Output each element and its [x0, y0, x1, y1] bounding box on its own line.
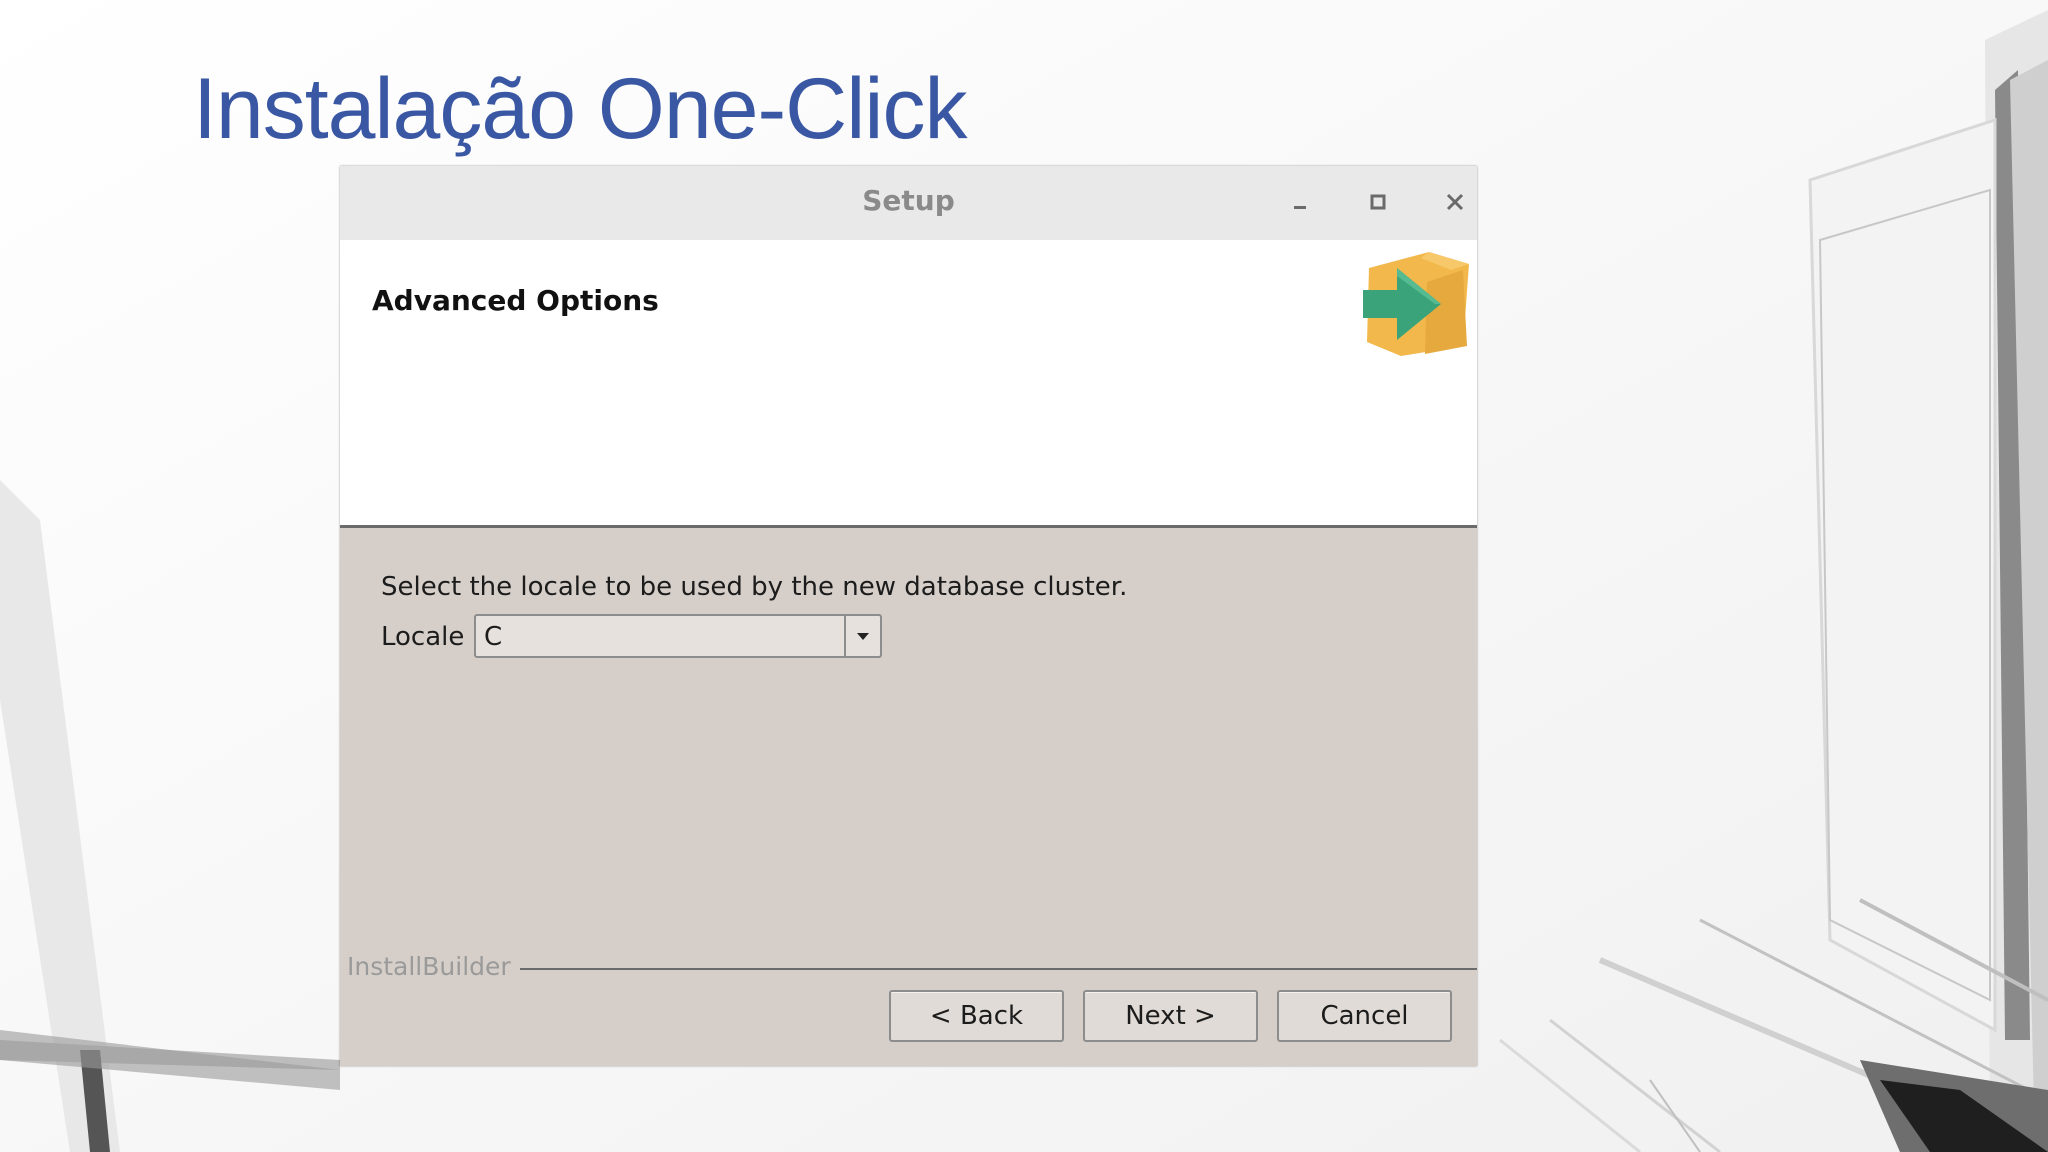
maximize-icon[interactable]: [1356, 180, 1400, 224]
next-button[interactable]: Next >: [1083, 990, 1258, 1042]
back-button[interactable]: < Back: [889, 990, 1064, 1042]
window-titlebar[interactable]: Setup: [340, 166, 1477, 240]
locale-label: Locale: [381, 622, 465, 652]
dialog-header: Advanced Options: [340, 240, 1477, 528]
footer-divider: [520, 968, 1477, 970]
installbuilder-label: InstallBuilder: [347, 952, 517, 981]
page-title: Advanced Options: [372, 284, 659, 317]
setup-dialog: Setup Advanced Options Select the locale…: [340, 166, 1477, 1066]
minimize-icon[interactable]: [1278, 180, 1322, 224]
chevron-down-icon[interactable]: [844, 616, 880, 656]
locale-select[interactable]: C: [474, 614, 882, 658]
locale-select-value: C: [484, 622, 503, 652]
cancel-button[interactable]: Cancel: [1277, 990, 1452, 1042]
close-icon[interactable]: [1433, 180, 1477, 224]
installer-box-arrow-icon: [1355, 246, 1473, 362]
slide-title: Instalação One-Click: [193, 61, 967, 157]
locale-instruction: Select the locale to be used by the new …: [381, 572, 1128, 602]
